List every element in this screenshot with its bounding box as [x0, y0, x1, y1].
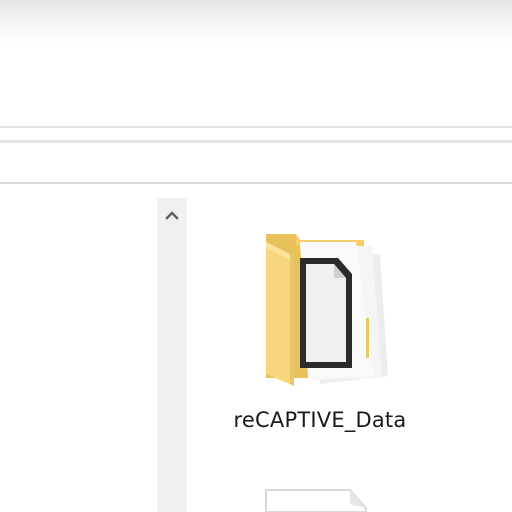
file-explorer-window: reCAPTIVE_Data	[0, 0, 512, 512]
file-item-document[interactable]	[260, 484, 380, 512]
address-bar[interactable]	[0, 143, 512, 182]
navigation-pane[interactable]	[0, 184, 157, 512]
ribbon-divider	[0, 126, 512, 128]
scroll-up-button[interactable]	[157, 198, 187, 232]
chevron-up-icon	[165, 211, 179, 220]
folder-with-document-icon	[266, 234, 388, 386]
navigation-scrollbar[interactable]	[157, 198, 187, 512]
file-name-label: reCAPTIVE_Data	[233, 408, 407, 432]
file-item-folder[interactable]: reCAPTIVE_Data	[230, 228, 410, 443]
ribbon	[0, 44, 512, 126]
document-icon	[265, 489, 367, 512]
title-bar	[0, 0, 512, 44]
file-list[interactable]: reCAPTIVE_Data	[190, 184, 512, 512]
